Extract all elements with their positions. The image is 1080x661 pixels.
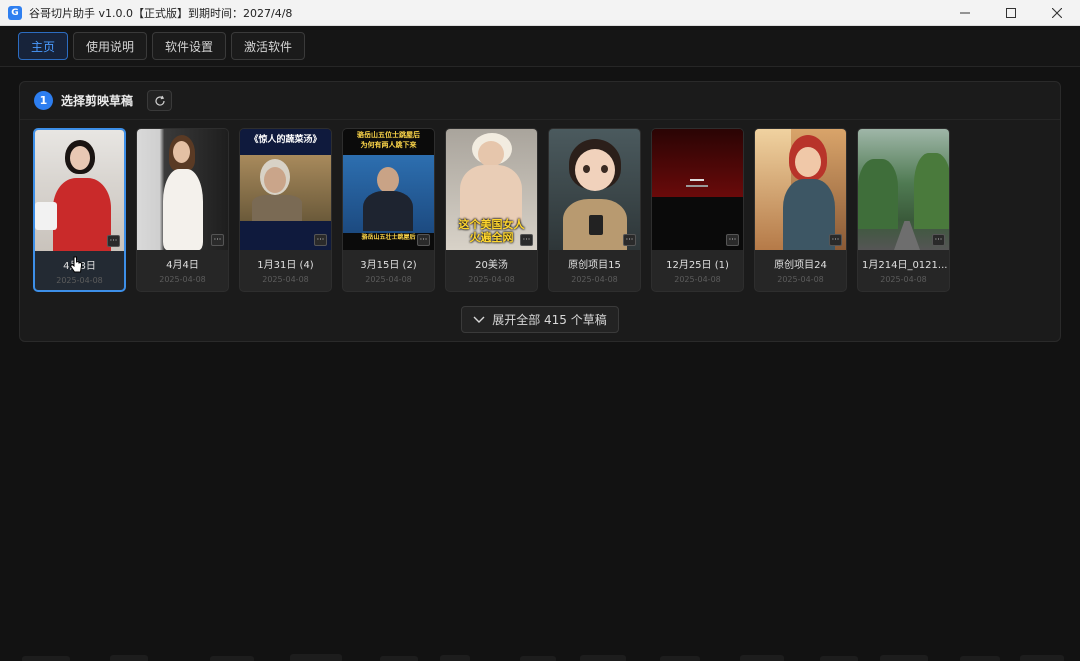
draft-date: 2025-04-08	[777, 275, 824, 284]
tab-home[interactable]: 主页	[18, 32, 69, 60]
draft-card[interactable]: 骆岳山五位士跳屋后 为何有两人跳下来 骆岳山五壮士跳屋后 ··· 3月15日 (…	[342, 128, 435, 292]
close-icon	[1052, 8, 1062, 18]
more-badge[interactable]: ···	[314, 234, 327, 246]
maximize-icon	[1006, 8, 1016, 18]
draft-thumbnail: ···	[137, 129, 228, 250]
draft-name: 1月214日_0121...	[862, 260, 948, 271]
draft-list: ··· 4月8日 2025-04-08 ··· 4月4日 2025-04-08 …	[33, 128, 950, 292]
draft-thumbnail: ···	[858, 129, 949, 250]
expand-all-label: 展开全部 415 个草稿	[492, 313, 607, 327]
window-title: 谷哥切片助手 v1.0.0【正式版】到期时间：2027/4/8	[29, 6, 293, 20]
draft-card[interactable]: 这个美国女人 火遍全网 ··· 20美汤 2025-04-08	[445, 128, 538, 292]
more-badge[interactable]: ···	[932, 234, 945, 246]
draft-card[interactable]: 《惊人的蔬菜汤》 ··· 1月31日 (4) 2025-04-08	[239, 128, 332, 292]
draft-thumbnail: 骆岳山五位士跳屋后 为何有两人跳下来 骆岳山五壮士跳屋后 ···	[343, 129, 434, 250]
expand-all-button[interactable]: 展开全部 415 个草稿	[461, 306, 619, 333]
draft-date: 2025-04-08	[571, 275, 618, 284]
draft-card[interactable]: ··· 原创项目15 2025-04-08	[548, 128, 641, 292]
draft-thumbnail: 这个美国女人 火遍全网 ···	[446, 129, 537, 250]
panel-title: 选择剪映草稿	[61, 94, 134, 108]
thumbnail-caption-top: 骆岳山五位士跳屋后	[357, 131, 420, 139]
minimize-icon	[960, 12, 970, 14]
draft-name: 原创项目15	[568, 260, 621, 271]
draft-date: 2025-04-08	[365, 275, 412, 284]
more-badge[interactable]: ···	[520, 234, 533, 246]
draft-date: 2025-04-08	[468, 275, 515, 284]
close-button[interactable]	[1034, 0, 1080, 26]
draft-date: 2025-04-08	[159, 275, 206, 284]
more-badge[interactable]: ···	[726, 234, 739, 246]
tab-activate[interactable]: 激活软件	[231, 32, 306, 60]
more-badge[interactable]: ···	[211, 234, 224, 246]
thumbnail-caption-top-2: 为何有两人跳下来	[360, 141, 417, 149]
draft-card[interactable]: ··· 原创项目24 2025-04-08	[754, 128, 847, 292]
refresh-icon	[154, 95, 165, 106]
draft-date: 2025-04-08	[674, 275, 721, 284]
draft-name: 20美汤	[475, 260, 508, 271]
draft-name: 12月25日 (1)	[666, 260, 729, 271]
draft-thumbnail: ···	[549, 129, 640, 250]
draft-name: 3月15日 (2)	[360, 260, 417, 271]
draft-name: 4月4日	[166, 260, 199, 271]
chevron-down-icon	[473, 316, 485, 323]
title-bar: G 谷哥切片助手 v1.0.0【正式版】到期时间：2027/4/8	[0, 0, 1080, 26]
draft-date: 2025-04-08	[880, 275, 927, 284]
next-row-preview	[0, 648, 1080, 661]
hand-cursor-icon	[69, 256, 82, 273]
more-badge[interactable]: ···	[623, 234, 636, 246]
draft-name: 1月31日 (4)	[257, 260, 314, 271]
more-badge[interactable]: ···	[107, 235, 120, 247]
app-logo-icon: G	[8, 5, 22, 20]
draft-thumbnail: ···	[652, 129, 743, 250]
draft-name: 原创项目24	[774, 260, 827, 271]
more-badge[interactable]: ···	[829, 234, 842, 246]
draft-thumbnail: 《惊人的蔬菜汤》 ···	[240, 129, 331, 250]
draft-card[interactable]: ··· 4月4日 2025-04-08	[136, 128, 229, 292]
draft-date: 2025-04-08	[262, 275, 309, 284]
maximize-button[interactable]	[988, 0, 1034, 26]
minimize-button[interactable]	[942, 0, 988, 26]
panel-header: 1 选择剪映草稿	[20, 82, 1060, 120]
thumbnail-caption: 《惊人的蔬菜汤》	[249, 135, 322, 145]
tab-instructions[interactable]: 使用说明	[73, 32, 148, 60]
draft-thumbnail: ···	[755, 129, 846, 250]
tab-settings[interactable]: 软件设置	[152, 32, 227, 60]
draft-thumbnail: ···	[35, 130, 124, 251]
draft-selection-panel: 1 选择剪映草稿 ··· 4月8日 2025-04-08	[19, 81, 1061, 342]
refresh-button[interactable]	[147, 90, 173, 111]
window-controls	[942, 0, 1080, 26]
more-badge[interactable]: ···	[417, 234, 430, 246]
step-badge: 1	[34, 91, 53, 110]
draft-card[interactable]: ··· 12月25日 (1) 2025-04-08	[651, 128, 744, 292]
draft-date: 2025-04-08	[56, 276, 103, 285]
draft-card[interactable]: ··· 1月214日_0121... 2025-04-08	[857, 128, 950, 292]
nav-bar: 主页 使用说明 软件设置 激活软件	[0, 26, 1080, 67]
